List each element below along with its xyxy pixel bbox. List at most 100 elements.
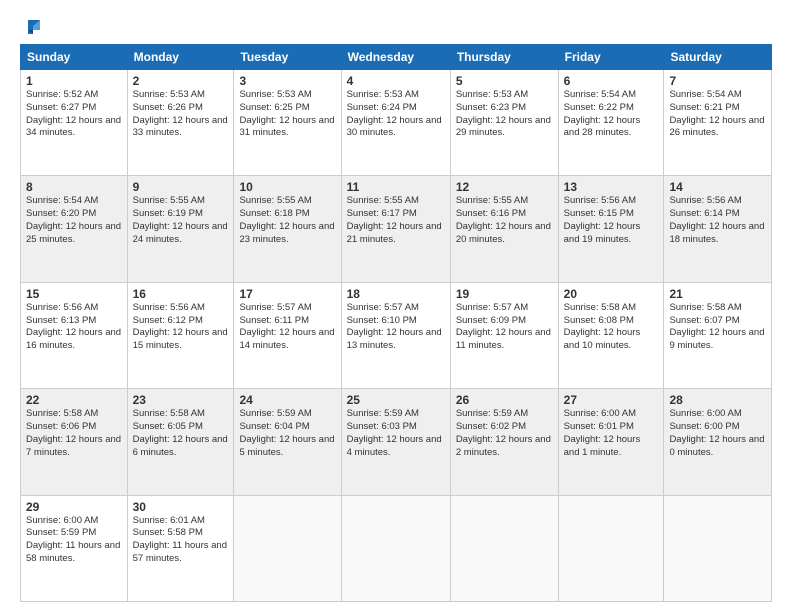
calendar-cell: 27 Sunrise: 6:00 AMSunset: 6:01 PMDaylig… [558,389,664,495]
day-info: Sunrise: 6:00 AMSunset: 6:01 PMDaylight:… [564,408,641,457]
day-info: Sunrise: 5:57 AMSunset: 6:10 PMDaylight:… [347,302,442,351]
calendar-cell [450,495,558,601]
calendar-cell: 17 Sunrise: 5:57 AMSunset: 6:11 PMDaylig… [234,282,341,388]
calendar-cell: 2 Sunrise: 5:53 AMSunset: 6:26 PMDayligh… [127,70,234,176]
day-info: Sunrise: 5:56 AMSunset: 6:15 PMDaylight:… [564,195,641,244]
day-number: 25 [347,393,445,407]
day-info: Sunrise: 5:53 AMSunset: 6:25 PMDaylight:… [239,89,334,138]
day-number: 24 [239,393,335,407]
day-info: Sunrise: 6:01 AMSunset: 5:58 PMDaylight:… [133,515,227,564]
day-info: Sunrise: 5:56 AMSunset: 6:14 PMDaylight:… [669,195,764,244]
calendar-cell: 8 Sunrise: 5:54 AMSunset: 6:20 PMDayligh… [21,176,128,282]
calendar-cell: 11 Sunrise: 5:55 AMSunset: 6:17 PMDaylig… [341,176,450,282]
day-info: Sunrise: 5:58 AMSunset: 6:08 PMDaylight:… [564,302,641,351]
calendar-cell: 19 Sunrise: 5:57 AMSunset: 6:09 PMDaylig… [450,282,558,388]
day-number: 17 [239,287,335,301]
weekday-header: Monday [127,45,234,70]
day-info: Sunrise: 5:54 AMSunset: 6:21 PMDaylight:… [669,89,764,138]
day-info: Sunrise: 5:52 AMSunset: 6:27 PMDaylight:… [26,89,121,138]
day-info: Sunrise: 5:56 AMSunset: 6:12 PMDaylight:… [133,302,228,351]
day-number: 7 [669,74,766,88]
day-info: Sunrise: 5:53 AMSunset: 6:24 PMDaylight:… [347,89,442,138]
day-number: 5 [456,74,553,88]
calendar-cell: 20 Sunrise: 5:58 AMSunset: 6:08 PMDaylig… [558,282,664,388]
calendar-cell [664,495,772,601]
calendar-cell: 14 Sunrise: 5:56 AMSunset: 6:14 PMDaylig… [664,176,772,282]
day-number: 23 [133,393,229,407]
header [20,16,772,38]
calendar-header: SundayMondayTuesdayWednesdayThursdayFrid… [21,45,772,70]
day-number: 9 [133,180,229,194]
logo-icon [22,16,44,38]
day-number: 18 [347,287,445,301]
calendar-cell: 28 Sunrise: 6:00 AMSunset: 6:00 PMDaylig… [664,389,772,495]
day-info: Sunrise: 5:55 AMSunset: 6:18 PMDaylight:… [239,195,334,244]
day-info: Sunrise: 5:58 AMSunset: 6:07 PMDaylight:… [669,302,764,351]
calendar-week-row: 29 Sunrise: 6:00 AMSunset: 5:59 PMDaylig… [21,495,772,601]
calendar-cell: 4 Sunrise: 5:53 AMSunset: 6:24 PMDayligh… [341,70,450,176]
day-info: Sunrise: 5:57 AMSunset: 6:11 PMDaylight:… [239,302,334,351]
calendar-cell: 22 Sunrise: 5:58 AMSunset: 6:06 PMDaylig… [21,389,128,495]
day-number: 3 [239,74,335,88]
weekday-header: Tuesday [234,45,341,70]
calendar-cell [234,495,341,601]
day-number: 4 [347,74,445,88]
calendar-cell: 1 Sunrise: 5:52 AMSunset: 6:27 PMDayligh… [21,70,128,176]
calendar-cell: 7 Sunrise: 5:54 AMSunset: 6:21 PMDayligh… [664,70,772,176]
day-number: 11 [347,180,445,194]
day-info: Sunrise: 6:00 AMSunset: 6:00 PMDaylight:… [669,408,764,457]
day-number: 13 [564,180,659,194]
calendar-week-row: 22 Sunrise: 5:58 AMSunset: 6:06 PMDaylig… [21,389,772,495]
day-number: 1 [26,74,122,88]
calendar-cell: 25 Sunrise: 5:59 AMSunset: 6:03 PMDaylig… [341,389,450,495]
day-number: 16 [133,287,229,301]
weekday-header: Sunday [21,45,128,70]
calendar-cell: 18 Sunrise: 5:57 AMSunset: 6:10 PMDaylig… [341,282,450,388]
calendar-cell: 30 Sunrise: 6:01 AMSunset: 5:58 PMDaylig… [127,495,234,601]
day-info: Sunrise: 5:59 AMSunset: 6:04 PMDaylight:… [239,408,334,457]
logo [20,16,44,38]
day-info: Sunrise: 5:58 AMSunset: 6:06 PMDaylight:… [26,408,121,457]
day-number: 14 [669,180,766,194]
calendar-cell: 13 Sunrise: 5:56 AMSunset: 6:15 PMDaylig… [558,176,664,282]
day-info: Sunrise: 5:53 AMSunset: 6:26 PMDaylight:… [133,89,228,138]
page: SundayMondayTuesdayWednesdayThursdayFrid… [0,0,792,612]
day-info: Sunrise: 5:54 AMSunset: 6:20 PMDaylight:… [26,195,121,244]
day-number: 2 [133,74,229,88]
calendar-cell: 15 Sunrise: 5:56 AMSunset: 6:13 PMDaylig… [21,282,128,388]
weekday-header: Wednesday [341,45,450,70]
calendar-cell: 23 Sunrise: 5:58 AMSunset: 6:05 PMDaylig… [127,389,234,495]
day-number: 8 [26,180,122,194]
day-info: Sunrise: 5:59 AMSunset: 6:02 PMDaylight:… [456,408,551,457]
day-number: 29 [26,500,122,514]
day-info: Sunrise: 5:53 AMSunset: 6:23 PMDaylight:… [456,89,551,138]
calendar-cell: 5 Sunrise: 5:53 AMSunset: 6:23 PMDayligh… [450,70,558,176]
day-info: Sunrise: 5:55 AMSunset: 6:17 PMDaylight:… [347,195,442,244]
calendar-body: 1 Sunrise: 5:52 AMSunset: 6:27 PMDayligh… [21,70,772,602]
day-number: 27 [564,393,659,407]
day-number: 6 [564,74,659,88]
day-info: Sunrise: 5:55 AMSunset: 6:16 PMDaylight:… [456,195,551,244]
day-number: 12 [456,180,553,194]
calendar-cell: 6 Sunrise: 5:54 AMSunset: 6:22 PMDayligh… [558,70,664,176]
calendar-cell: 12 Sunrise: 5:55 AMSunset: 6:16 PMDaylig… [450,176,558,282]
calendar-week-row: 1 Sunrise: 5:52 AMSunset: 6:27 PMDayligh… [21,70,772,176]
day-number: 20 [564,287,659,301]
day-number: 10 [239,180,335,194]
day-info: Sunrise: 5:54 AMSunset: 6:22 PMDaylight:… [564,89,641,138]
day-number: 28 [669,393,766,407]
calendar-cell [341,495,450,601]
day-number: 26 [456,393,553,407]
calendar-cell: 29 Sunrise: 6:00 AMSunset: 5:59 PMDaylig… [21,495,128,601]
day-info: Sunrise: 5:55 AMSunset: 6:19 PMDaylight:… [133,195,228,244]
calendar-cell: 16 Sunrise: 5:56 AMSunset: 6:12 PMDaylig… [127,282,234,388]
weekday-header: Friday [558,45,664,70]
calendar-table: SundayMondayTuesdayWednesdayThursdayFrid… [20,44,772,602]
calendar-cell: 3 Sunrise: 5:53 AMSunset: 6:25 PMDayligh… [234,70,341,176]
day-info: Sunrise: 5:59 AMSunset: 6:03 PMDaylight:… [347,408,442,457]
day-number: 22 [26,393,122,407]
calendar-cell: 24 Sunrise: 5:59 AMSunset: 6:04 PMDaylig… [234,389,341,495]
calendar-cell: 9 Sunrise: 5:55 AMSunset: 6:19 PMDayligh… [127,176,234,282]
calendar-cell [558,495,664,601]
calendar-cell: 21 Sunrise: 5:58 AMSunset: 6:07 PMDaylig… [664,282,772,388]
